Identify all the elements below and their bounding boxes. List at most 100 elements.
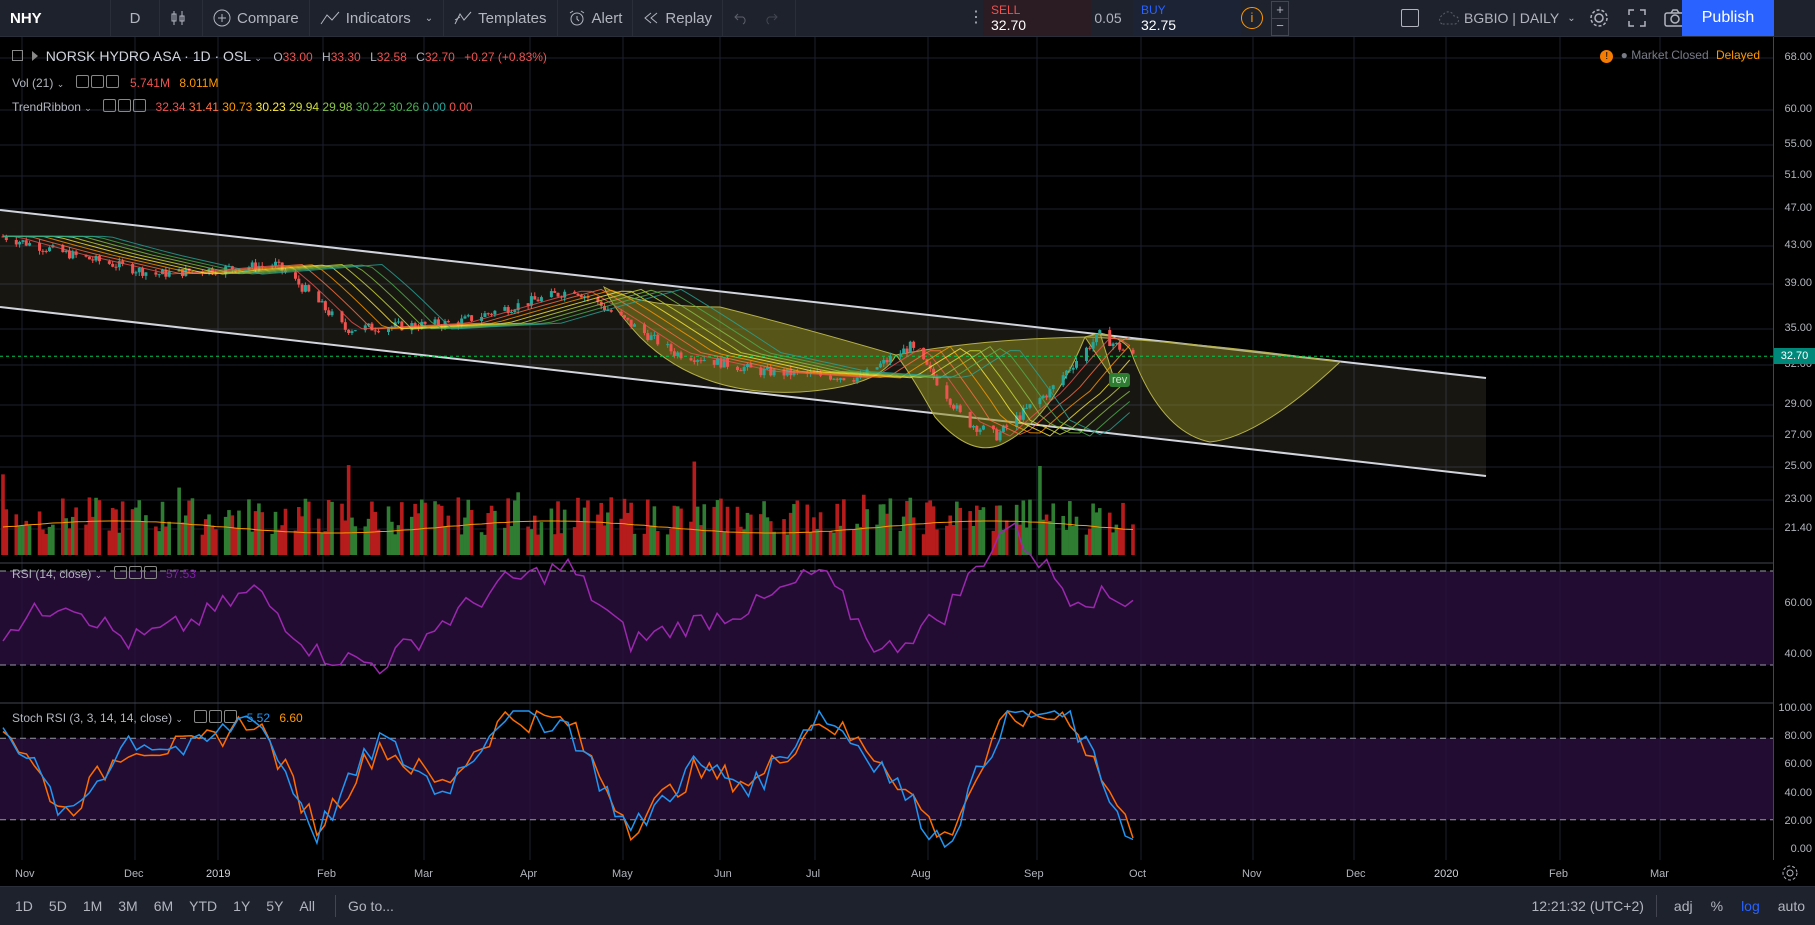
symbol-search-button[interactable]: NHY	[0, 0, 111, 36]
replay-button[interactable]: Replay	[633, 0, 724, 36]
volume-name[interactable]: Vol (21)	[12, 76, 53, 90]
zoom-in-button[interactable]: +	[1271, 1, 1289, 19]
auto-toggle[interactable]: auto	[1778, 898, 1805, 914]
chevron-down-icon[interactable]: ⌄	[175, 714, 183, 724]
volume-bar	[260, 512, 265, 555]
redo-icon[interactable]	[763, 11, 779, 25]
buy-button[interactable]: BUY 32.75	[1133, 0, 1241, 36]
indicators-button[interactable]: Indicators ⌄	[310, 0, 445, 36]
eye-icon[interactable]	[113, 566, 127, 579]
collapse-toggle-icon[interactable]	[12, 50, 23, 61]
warning-icon[interactable]: !	[1600, 50, 1614, 63]
time-axis-label: Oct	[1129, 868, 1147, 880]
chevron-down-icon[interactable]: ⌄	[95, 570, 103, 580]
volume-bar	[117, 532, 122, 555]
zoom-out-button[interactable]: −	[1271, 18, 1289, 36]
price-axis[interactable]: 68.00 60.00 55.00 51.00 47.00 43.00 39.00 35.00…	[1773, 37, 1815, 860]
eye-icon[interactable]	[103, 99, 117, 112]
range-button-1d[interactable]: 1D	[15, 898, 33, 914]
sell-button[interactable]: SELL 32.70	[983, 0, 1091, 36]
compare-button[interactable]: Compare	[203, 0, 310, 36]
time-axis-label: 2020	[1434, 868, 1459, 880]
candle-body	[1075, 360, 1078, 368]
chart-style-button[interactable]	[160, 0, 203, 36]
range-button-5y[interactable]: 5Y	[266, 898, 283, 914]
range-button-6m[interactable]: 6M	[154, 898, 173, 914]
goto-button[interactable]: Go to...	[348, 898, 394, 914]
volume-value-a: 5.741M	[129, 76, 170, 90]
fullscreen-square-icon[interactable]	[1401, 9, 1419, 27]
settings-icon[interactable]	[209, 710, 223, 723]
chevron-down-icon[interactable]: ⌄	[84, 103, 92, 113]
candle-body	[373, 330, 377, 332]
range-button-3m[interactable]: 3M	[118, 898, 137, 914]
time-axis-label: Dec	[124, 868, 144, 880]
volume-bar	[4, 509, 9, 555]
volume-bar	[70, 516, 75, 555]
undo-button[interactable]	[723, 0, 797, 36]
alert-button[interactable]: Alert	[558, 0, 634, 36]
chevron-down-icon[interactable]: ⌄	[254, 53, 262, 63]
templates-button[interactable]: Templates	[444, 0, 558, 36]
volume-bar	[67, 528, 72, 555]
volume-bar	[994, 505, 999, 555]
range-button-ytd[interactable]: YTD	[189, 898, 217, 914]
chart-canvas[interactable]	[0, 37, 1773, 860]
volume-bar	[363, 526, 368, 555]
publish-button[interactable]: Publish	[1682, 0, 1774, 36]
volume-bar	[1107, 512, 1112, 555]
volume-bar	[233, 527, 238, 555]
time-axis-label: Mar	[414, 868, 433, 880]
candle-body	[882, 360, 886, 364]
adj-toggle[interactable]: adj	[1674, 898, 1693, 914]
volume-bar	[842, 499, 846, 555]
volume-bar	[526, 526, 530, 555]
volume-bar	[303, 498, 308, 555]
settings-icon[interactable]	[128, 566, 142, 579]
log-toggle[interactable]: log	[1741, 898, 1760, 914]
fullscreen-icon[interactable]	[1627, 8, 1647, 28]
close-icon[interactable]	[224, 710, 238, 723]
gear-icon[interactable]	[1588, 7, 1610, 29]
eye-icon[interactable]	[194, 710, 208, 723]
candle-body	[330, 311, 334, 316]
settings-icon[interactable]	[90, 75, 104, 88]
chevron-down-icon[interactable]: ⌄	[57, 79, 65, 89]
axis-settings-icon[interactable]	[1781, 864, 1799, 882]
volume-bar	[366, 518, 371, 555]
volume-bar	[210, 525, 215, 555]
sell-price: 32.70	[991, 17, 1027, 33]
volume-bar	[955, 501, 959, 555]
layout-menu-button[interactable]: BGBIO | DAILY ⌄	[1436, 0, 1576, 36]
candle-body	[353, 330, 357, 332]
volume-bar	[280, 525, 284, 555]
volume-bar	[167, 521, 171, 555]
candle-body	[772, 369, 776, 376]
range-button-1y[interactable]: 1Y	[233, 898, 250, 914]
clock[interactable]: 12:21:32 (UTC+2)	[1531, 898, 1643, 914]
volume-bar	[74, 507, 78, 555]
info-icon[interactable]: i	[1241, 7, 1263, 29]
percent-toggle[interactable]: %	[1711, 898, 1723, 914]
candle-body	[912, 341, 916, 348]
range-button-1m[interactable]: 1M	[83, 898, 102, 914]
candle-body	[1045, 395, 1049, 398]
trendribbon-name[interactable]: TrendRibbon	[12, 100, 81, 114]
rev-label[interactable]: rev	[1109, 373, 1131, 387]
candle-body	[144, 272, 148, 276]
close-icon[interactable]	[105, 75, 119, 88]
rsi-name[interactable]: RSI (14, close)	[12, 567, 91, 581]
drag-handle-icon[interactable]: ⋮	[968, 8, 984, 28]
time-axis-label: Dec	[1346, 868, 1366, 880]
range-button-5d[interactable]: 5D	[49, 898, 67, 914]
settings-icon[interactable]	[118, 99, 132, 112]
close-icon[interactable]	[143, 566, 157, 579]
stoch-name[interactable]: Stoch RSI (3, 3, 14, 14, close)	[12, 711, 172, 725]
interval-button[interactable]: D	[111, 0, 160, 36]
range-button-all[interactable]: All	[299, 898, 315, 914]
volume-bar	[792, 504, 796, 555]
volume-bar	[702, 504, 707, 555]
eye-icon[interactable]	[75, 75, 89, 88]
chart-area[interactable]	[0, 37, 1773, 860]
close-icon[interactable]	[133, 99, 147, 112]
